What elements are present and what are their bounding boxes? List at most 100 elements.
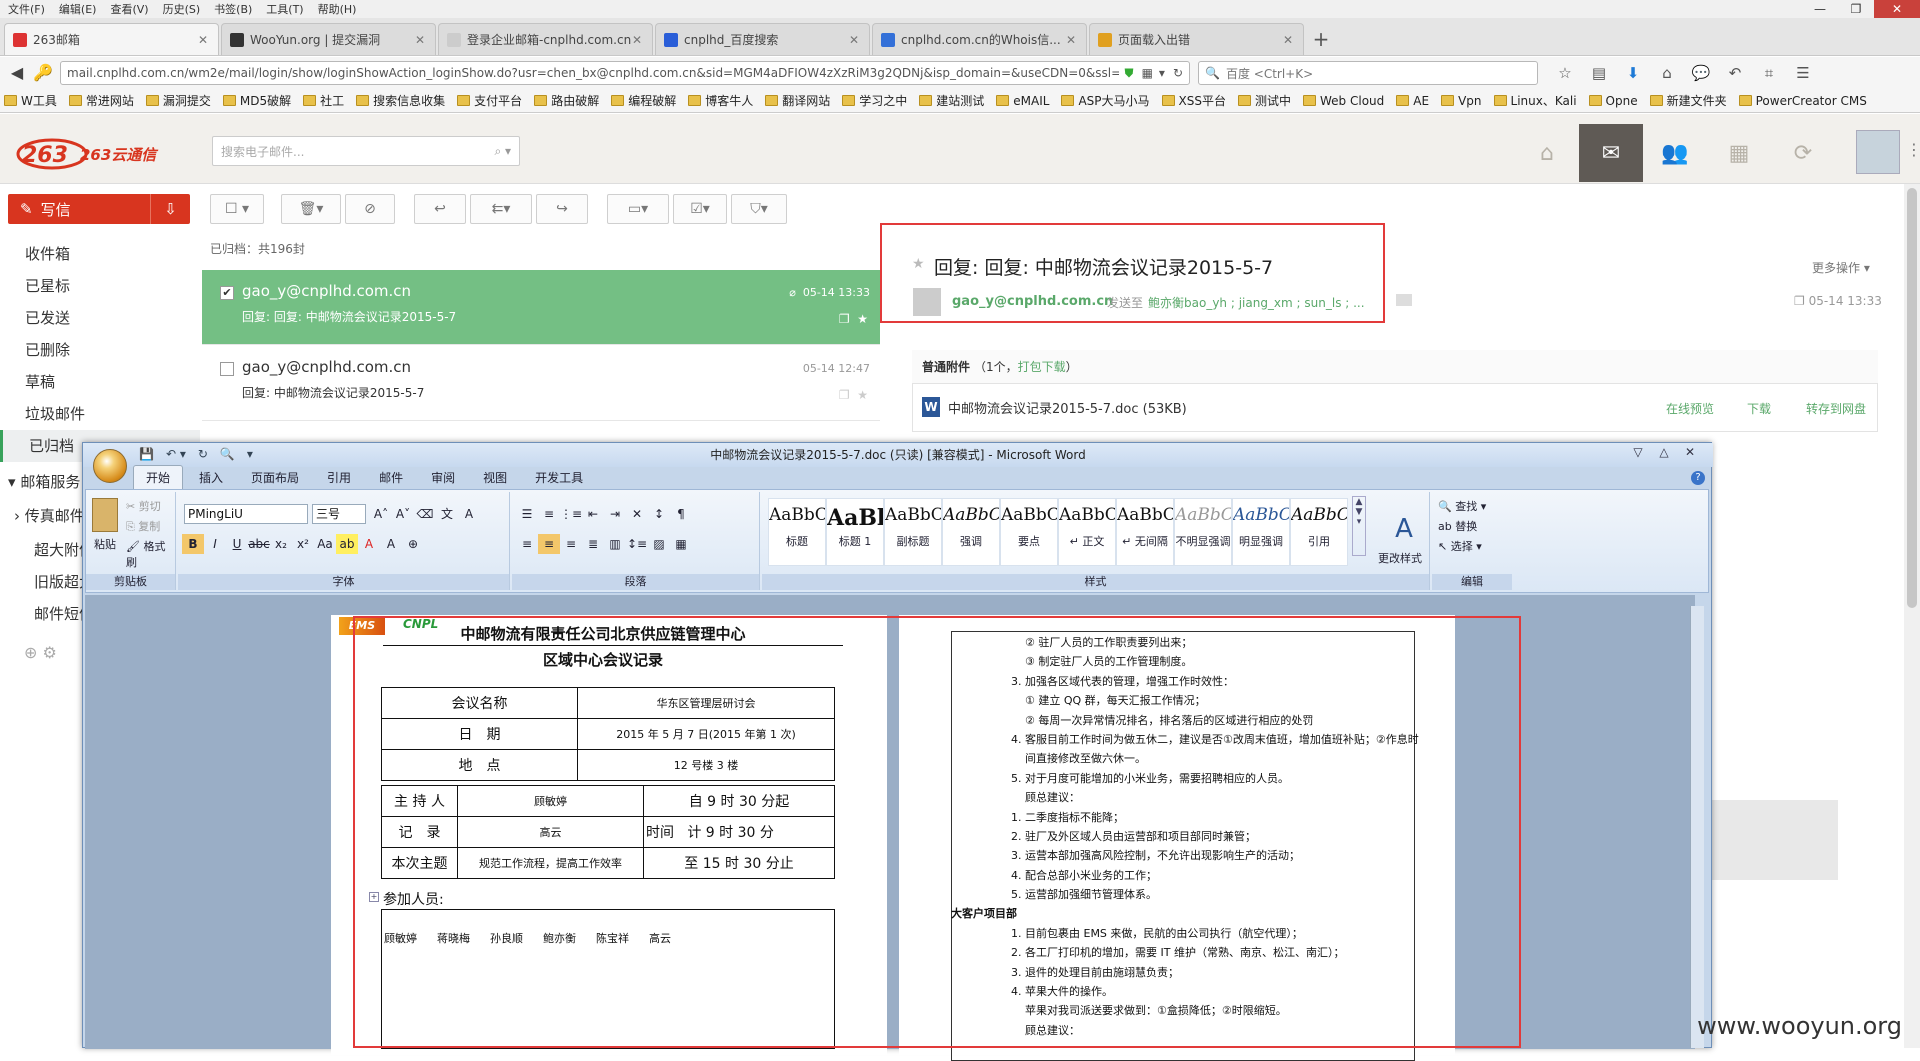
- bookmark-item[interactable]: Vpn: [1441, 94, 1482, 108]
- select-button[interactable]: ↖ 选择 ▾: [1438, 538, 1482, 554]
- print-preview-icon[interactable]: 🔍: [220, 447, 235, 461]
- style-item[interactable]: AaBbCcL 强调: [942, 498, 1000, 566]
- menu-bookmarks[interactable]: 书签(B): [214, 1, 252, 17]
- style-item[interactable]: AaBl 标题 1: [826, 498, 884, 566]
- back-icon[interactable]: ◀: [4, 60, 30, 86]
- download-all-link[interactable]: 打包下载: [1018, 358, 1066, 375]
- bookmark-item[interactable]: 路由破解: [534, 92, 599, 109]
- folder-spam[interactable]: 垃圾邮件: [0, 398, 200, 430]
- bold-icon[interactable]: B: [182, 534, 204, 554]
- menu-tools[interactable]: 工具(T): [266, 1, 303, 17]
- ribbon-tab-layout[interactable]: 页面布局: [239, 466, 311, 489]
- expand-recipients-icon[interactable]: [1396, 294, 1412, 306]
- download-icon[interactable]: ⬇: [1616, 64, 1650, 82]
- font-color-icon[interactable]: A: [358, 534, 380, 554]
- change-case-icon[interactable]: Aa: [314, 534, 336, 554]
- folder-starred[interactable]: 已星标: [0, 270, 200, 302]
- menu-edit[interactable]: 编辑(E): [59, 1, 97, 17]
- ribbon-tab-insert[interactable]: 插入: [187, 466, 235, 489]
- bookmark-item[interactable]: AE: [1396, 94, 1429, 108]
- star-icon[interactable]: ★: [857, 388, 868, 402]
- menu-history[interactable]: 历史(S): [163, 1, 201, 17]
- more-actions-button[interactable]: 更多操作 ▾: [1812, 259, 1870, 276]
- style-item[interactable]: AaBbC 标题: [768, 498, 826, 566]
- qat-dropdown-icon[interactable]: ▾: [247, 447, 253, 461]
- multilevel-icon[interactable]: ⋮≡: [560, 504, 582, 524]
- font-name-select[interactable]: PMingLiU: [184, 504, 308, 524]
- page-scrollbar[interactable]: [1904, 184, 1920, 1048]
- inbox-receive-icon[interactable]: ⇩: [150, 194, 190, 224]
- ribbon-tab-view[interactable]: 视图: [471, 466, 519, 489]
- reply-all-button[interactable]: ⇇ ▾: [470, 194, 532, 224]
- window-icon[interactable]: ❐: [839, 312, 850, 326]
- bookmark-item[interactable]: 社工: [303, 92, 344, 109]
- menu-file[interactable]: 文件(F): [8, 1, 45, 17]
- style-item[interactable]: AaBbCcL 不明显强调: [1174, 498, 1232, 566]
- distributed-icon[interactable]: ▥: [604, 534, 626, 554]
- star-icon[interactable]: ★: [857, 312, 868, 326]
- replace-button[interactable]: ab 替换: [1438, 518, 1477, 534]
- list-item[interactable]: ✔ gao_y@cnplhd.com.cn 回复: 回复: 中邮物流会议记录20…: [202, 270, 880, 345]
- tab-263mail[interactable]: 263邮箱 ✕: [4, 23, 219, 55]
- undo-icon[interactable]: ↶ ▾: [166, 447, 186, 461]
- ribbon-tab-home[interactable]: 开始: [133, 465, 184, 489]
- increase-indent-icon[interactable]: ⇥: [604, 504, 626, 524]
- shrink-font-icon[interactable]: A˅: [392, 504, 414, 524]
- bookmark-item[interactable]: eMAIL: [996, 94, 1049, 108]
- close-tab-icon[interactable]: ✕: [849, 33, 861, 47]
- bookmark-item[interactable]: 学习之中: [842, 92, 907, 109]
- bookmark-item[interactable]: MD5破解: [222, 92, 291, 109]
- close-tab-icon[interactable]: ✕: [415, 33, 427, 47]
- justify-icon[interactable]: ≣: [582, 534, 604, 554]
- folder-inbox[interactable]: 收件箱: [0, 238, 200, 270]
- underline-icon[interactable]: U: [226, 534, 248, 554]
- bookmark-item[interactable]: 常进网站: [68, 92, 134, 109]
- block-button[interactable]: ⊘: [345, 194, 395, 224]
- minimize-button[interactable]: —: [1802, 0, 1838, 18]
- qr-icon[interactable]: ▦: [1142, 66, 1153, 80]
- subscript-icon[interactable]: x₂: [270, 534, 292, 554]
- ribbon-tab-developer[interactable]: 开发工具: [523, 466, 595, 489]
- help-icon[interactable]: ?: [1691, 471, 1705, 485]
- folder-deleted[interactable]: 已删除: [0, 334, 200, 366]
- avatar[interactable]: [1856, 130, 1900, 174]
- style-item[interactable]: AaBbCcL 引用: [1290, 498, 1348, 566]
- new-tab-button[interactable]: +: [1306, 23, 1336, 55]
- shading-icon[interactable]: ▨: [648, 534, 670, 554]
- contacts-nav-icon[interactable]: 👥: [1643, 124, 1707, 182]
- identity-icon[interactable]: 🔑: [30, 60, 56, 86]
- calendar-nav-icon[interactable]: ▦: [1707, 124, 1771, 182]
- paste-button[interactable]: 粘贴: [94, 536, 116, 552]
- save-to-disk-link[interactable]: 转存到网盘: [1806, 400, 1866, 417]
- list-item[interactable]: gao_y@cnplhd.com.cn 回复: 中邮物流会议记录2015-5-7…: [202, 346, 880, 421]
- line-spacing-icon[interactable]: ↕≡: [626, 534, 648, 554]
- redo-icon[interactable]: ↻: [198, 447, 208, 461]
- font-size-select[interactable]: 三号: [312, 504, 366, 524]
- highlight-icon[interactable]: ab: [336, 534, 358, 554]
- change-styles-button[interactable]: 更改样式: [1378, 550, 1422, 566]
- chinese-layout-icon[interactable]: ✕: [626, 504, 648, 524]
- ribbon-tab-review[interactable]: 审阅: [419, 466, 467, 489]
- mark-button[interactable]: ☑ ▾: [673, 194, 727, 224]
- shield-icon[interactable]: ⛊: [1125, 66, 1134, 81]
- close-tab-icon[interactable]: ✕: [1283, 33, 1295, 47]
- undo-icon[interactable]: ↶: [1718, 64, 1752, 82]
- bookmark-item[interactable]: 建站测试: [919, 92, 984, 109]
- enclose-char-icon[interactable]: ⊕: [402, 534, 424, 554]
- bookmark-item[interactable]: PowerCreator CMS: [1738, 94, 1867, 108]
- bookmark-item[interactable]: 翻译网站: [765, 92, 830, 109]
- mail-search-input[interactable]: 搜索电子邮件... ⌕ ▾: [212, 136, 520, 166]
- word-scrollbar[interactable]: [1690, 606, 1704, 1048]
- attachment-item[interactable]: W 中邮物流会议记录2015-5-7.doc (53KB): [922, 397, 1187, 417]
- home-nav-icon[interactable]: ⌂: [1515, 124, 1579, 182]
- filter-button[interactable]: ⛉ ▾: [731, 194, 787, 224]
- bookmark-item[interactable]: 搜索信息收集: [356, 92, 445, 109]
- scrollbar-thumb[interactable]: [1907, 188, 1917, 608]
- maximize-button[interactable]: ❐: [1838, 0, 1874, 18]
- style-item[interactable]: AaBbCcl 要点: [1000, 498, 1058, 566]
- numbering-icon[interactable]: ≡: [538, 504, 560, 524]
- format-painter-button[interactable]: 🖌 格式刷: [126, 538, 175, 570]
- reply-button[interactable]: ↩: [414, 194, 466, 224]
- search-bar[interactable]: 🔍 百度 <Ctrl+K>: [1198, 61, 1538, 85]
- bookmark-item[interactable]: Opne: [1588, 94, 1638, 108]
